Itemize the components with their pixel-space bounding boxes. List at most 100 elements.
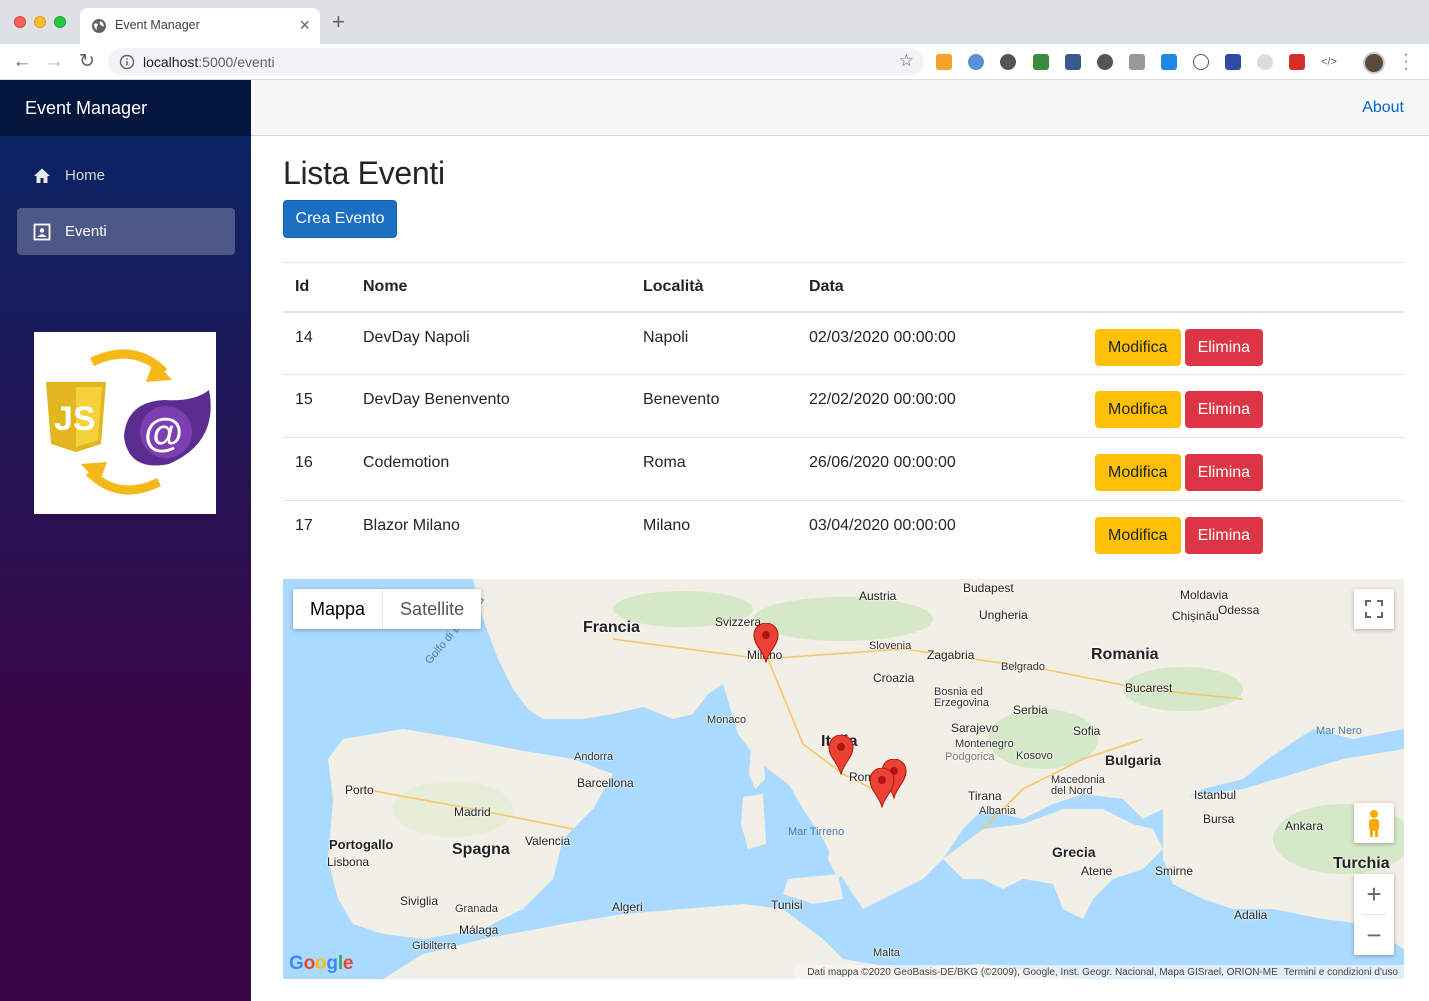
browser-toolbar: ← → ↻ localhost:5000/eventi ☆ </> · · · [0,44,1429,80]
profile-avatar[interactable] [1363,52,1385,74]
cell-data: 02/03/2020 00:00:00 [809,328,956,346]
js-blazor-logo-icon: JS @ [46,349,211,495]
zoom-control: + − [1354,874,1394,955]
header-data: Data [797,262,1083,313]
fullscreen-button[interactable] [1354,589,1394,629]
app-brand[interactable]: Event Manager [25,98,147,119]
back-icon[interactable]: ← [10,50,34,74]
cell-actions: Modifica Elimina [1083,500,1404,564]
cell-localita: Roma [631,437,797,501]
cors-extension-icon[interactable] [1289,54,1305,70]
cell-actions: Modifica Elimina [1083,437,1404,501]
edit-button[interactable]: Modifica [1095,454,1181,491]
map-marker-roma[interactable] [828,735,854,775]
extension-icon-11[interactable] [1257,54,1273,70]
header-id: Id [283,262,351,313]
extension-icon-4[interactable] [1033,54,1049,70]
map-type-map-button[interactable]: Mappa [293,589,384,629]
edit-button[interactable]: Modifica [1095,517,1181,554]
map-type-control: Mappa Satellite [293,589,482,629]
google-logo: Google [289,953,354,974]
browser-tab[interactable]: Event Manager × [80,8,320,44]
table-header-row: Id Nome Località Data [283,262,1404,313]
events-table: Id Nome Località Data 14 DevDay Napoli N… [283,262,1404,564]
cell-data: 03/04/2020 00:00:00 [797,500,1083,564]
cell-actions: Modifica Elimina [1083,312,1404,375]
cell-nome: DevDay Napoli [363,328,470,346]
sidebar: Event Manager Home Eventi JS @ [0,80,251,1001]
window-zoom-button[interactable] [54,16,66,28]
extension-icon-6[interactable] [1097,54,1113,70]
create-event-button[interactable]: Crea Evento [283,200,397,238]
forward-icon[interactable]: → [42,50,66,74]
table-row: 16 Codemotion Roma 26/06/2020 00:00:00 M… [283,437,1404,501]
cell-actions: Modifica Elimina [1083,374,1404,438]
extension-icon-9[interactable] [1193,54,1209,70]
cell-data: 26/06/2020 00:00:00 [797,437,1083,501]
zoom-in-button[interactable]: + [1354,874,1394,914]
window-minimize-button[interactable] [34,16,46,28]
zoom-out-button[interactable]: − [1354,915,1394,955]
main-content: Lista Eventi Crea Evento Id Nome Localit… [251,136,1429,1001]
url-text: localhost:5000/eventi [143,54,275,70]
cell-localita: Benevento [631,374,797,438]
event-icon [33,223,51,240]
events-map[interactable]: Francia Romania Spagna Turchia Italia Sv… [283,579,1404,979]
map-attribution: Dati mappa ©2020 GeoBasis-DE/BKG (©2009)… [795,965,1404,979]
cell-id: 15 [283,374,351,438]
browser-tabbar: Event Manager × + [0,0,1429,44]
extension-icon-7[interactable] [1129,54,1145,70]
header-nome: Nome [351,262,631,313]
map-terms-link[interactable]: Termini e condizioni d'uso [1284,967,1398,978]
extension-icon-1[interactable] [936,54,952,70]
page-title: Lista Eventi [283,155,445,191]
cell-localita: Milano [631,500,797,564]
header-localita: Località [631,262,797,313]
url-path: :5000/eventi [198,54,275,70]
delete-button[interactable]: Elimina [1184,391,1264,428]
delete-button[interactable]: Elimina [1184,517,1264,554]
delete-button[interactable]: Elimina [1184,328,1264,366]
cell-nome: Codemotion [351,437,631,501]
new-tab-button[interactable]: + [332,11,345,33]
menu-kebab-icon[interactable]: · · · [1398,47,1414,77]
edit-button[interactable]: Modifica [1095,328,1181,366]
sidebar-item-home[interactable]: Home [17,152,235,199]
fullscreen-icon [1365,600,1383,618]
edit-button[interactable]: Modifica [1095,391,1181,428]
cell-nome: Blazor Milano [351,500,631,564]
table-row: 17 Blazor Milano Milano 03/04/2020 00:00… [283,500,1404,564]
extension-icon-10[interactable] [1225,54,1241,70]
address-bar[interactable]: localhost:5000/eventi ☆ [108,48,924,76]
window-close-button[interactable] [14,16,26,28]
top-row: About [251,80,1429,136]
sidebar-item-label: Eventi [65,223,107,240]
map-data-credits: Dati mappa ©2020 GeoBasis-DE/BKG (©2009)… [807,966,1278,978]
info-icon[interactable] [119,54,135,70]
sidebar-item-label: Home [65,167,106,184]
extension-icon-3[interactable] [1000,54,1016,70]
extension-icon-2[interactable] [968,54,984,70]
extension-icon-5[interactable] [1065,54,1081,70]
sidebar-item-eventi[interactable]: Eventi [17,208,235,255]
home-icon [34,168,50,183]
cell-nome: DevDay Benenvento [351,374,631,438]
map-type-satellite-button[interactable]: Satellite [383,589,481,629]
url-host: localhost [143,54,199,70]
extension-icon-8[interactable] [1161,54,1177,70]
tab-title: Event Manager [115,18,200,32]
map-marker-milano[interactable] [753,623,779,663]
bookmark-star-icon[interactable]: ☆ [899,51,914,71]
code-extension-icon[interactable]: </> [1321,54,1337,70]
delete-button[interactable]: Elimina [1184,454,1264,491]
map-marker-napoli[interactable] [869,768,895,808]
globe-icon [92,19,106,33]
tab-close-icon[interactable]: × [299,15,310,35]
header-actions [1083,262,1404,313]
reload-icon[interactable]: ↻ [75,50,99,74]
cell-id: 17 [283,500,351,564]
sidebar-nav: Home Eventi [0,136,251,255]
about-link[interactable]: About [1362,99,1404,117]
js-blazor-logo: JS @ [34,332,216,514]
street-view-button[interactable] [1354,803,1394,843]
